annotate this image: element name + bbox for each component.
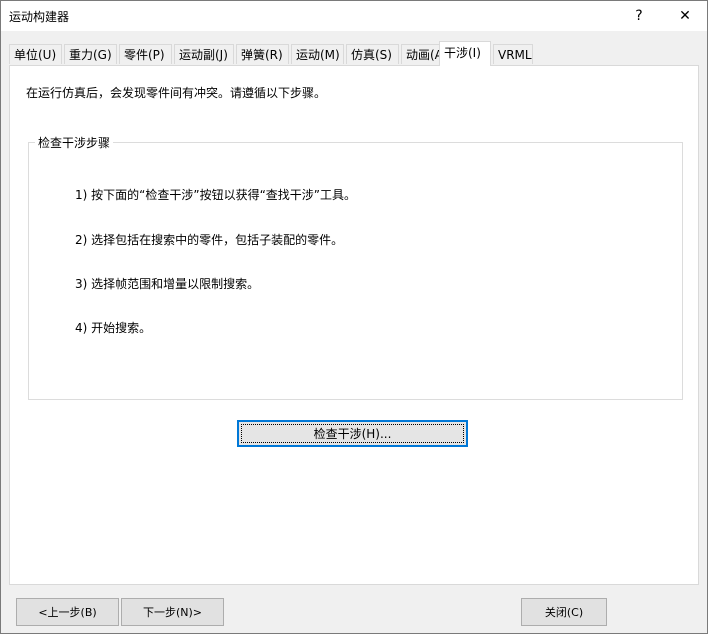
- close-icon: ✕: [679, 8, 691, 24]
- tab-springs[interactable]: 弹簧(R): [236, 44, 289, 64]
- tab-parts[interactable]: 零件(P): [119, 44, 172, 64]
- tab-strip: 单位(U) 重力(G) 零件(P) 运动副(J) 弹簧(R) 运动(M) 仿真(…: [9, 41, 699, 66]
- tab-simulation[interactable]: 仿真(S): [346, 44, 399, 64]
- next-step-button[interactable]: 下一步(N)>: [121, 598, 224, 626]
- group-title: 检查干涉步骤: [35, 134, 114, 151]
- tab-vrml[interactable]: VRML: [493, 44, 533, 64]
- check-interference-button[interactable]: 检查干涉(H)...: [237, 420, 468, 447]
- prev-step-button[interactable]: <上一步(B): [16, 598, 119, 626]
- window-title: 运动构建器: [9, 10, 70, 24]
- title-bar: 运动构建器 ? ✕: [1, 1, 707, 31]
- motion-builder-dialog: 运动构建器 ? ✕ 单位(U) 重力(G) 零件(P) 运动副(J) 弹簧(R)…: [0, 0, 708, 634]
- tab-joints[interactable]: 运动副(J): [174, 44, 234, 64]
- tab-interference[interactable]: 干涉(I): [439, 41, 491, 66]
- check-steps-group: 检查干涉步骤 1) 按下面的“检查干涉”按钮以获得“查找干涉”工具。 2) 选择…: [28, 134, 683, 400]
- tab-gravity[interactable]: 重力(G): [64, 44, 117, 64]
- tab-motion[interactable]: 运动(M): [291, 44, 344, 64]
- help-icon: ?: [635, 8, 643, 24]
- intro-text: 在运行仿真后，会发现零件间有冲突。请遵循以下步骤。: [26, 86, 327, 100]
- help-button[interactable]: ?: [617, 1, 661, 31]
- step-4: 4) 开始搜索。: [75, 321, 152, 335]
- step-3: 3) 选择帧范围和增量以限制搜索。: [75, 277, 260, 291]
- close-button[interactable]: 关闭(C): [521, 598, 607, 626]
- step-2: 2) 选择包括在搜索中的零件，包括子装配的零件。: [75, 233, 344, 247]
- tab-units[interactable]: 单位(U): [9, 44, 62, 64]
- close-window-button[interactable]: ✕: [663, 1, 707, 31]
- interference-panel: 在运行仿真后，会发现零件间有冲突。请遵循以下步骤。 检查干涉步骤 1) 按下面的…: [9, 65, 699, 585]
- step-1: 1) 按下面的“检查干涉”按钮以获得“查找干涉”工具。: [75, 188, 356, 202]
